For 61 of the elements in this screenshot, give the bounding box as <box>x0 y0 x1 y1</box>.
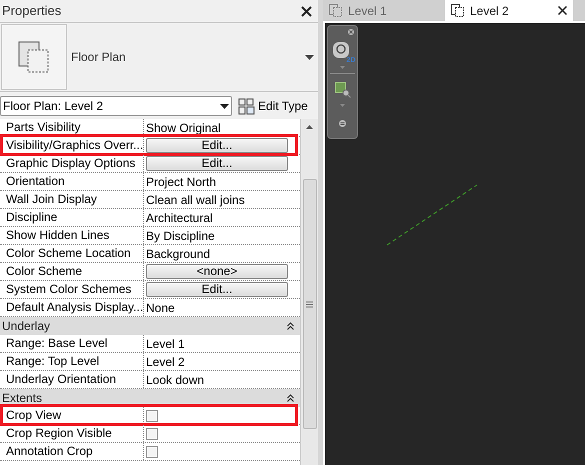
property-name: Crop Region Visible <box>0 425 144 442</box>
view-icon <box>451 4 464 17</box>
close-icon[interactable] <box>558 6 567 15</box>
property-value: By Discipline <box>146 228 215 244</box>
grip-icon <box>306 300 313 308</box>
panel-title: Properties <box>2 2 62 20</box>
property-value: Level 1 <box>146 336 185 352</box>
property-value: Look down <box>146 372 204 388</box>
instance-dropdown[interactable]: Floor Plan: Level 2 <box>0 96 232 116</box>
property-name: Wall Join Display <box>0 191 144 208</box>
property-value: Level 2 <box>146 354 185 370</box>
property-name: System Color Schemes <box>0 281 144 298</box>
property-value: Architectural <box>146 210 213 226</box>
edit-button[interactable]: Edit... <box>146 156 288 171</box>
edit-type-icon <box>238 98 255 114</box>
edit-button[interactable]: Edit... <box>146 282 288 297</box>
checkbox[interactable] <box>146 446 158 458</box>
view-icon <box>329 4 342 17</box>
zoom-region-icon[interactable] <box>334 82 350 98</box>
property-row[interactable]: Crop View <box>0 407 300 425</box>
property-row[interactable]: System Color Schemes Edit... <box>0 281 300 299</box>
type-name: Floor Plan <box>71 49 127 66</box>
property-row[interactable]: Color Scheme <none> <box>0 263 300 281</box>
property-name: Parts Visibility <box>0 119 144 136</box>
property-row[interactable]: Graphic Display Options Edit... <box>0 155 300 173</box>
property-value: Background <box>146 246 210 262</box>
property-name: Color Scheme <box>0 263 144 280</box>
property-name: Orientation <box>0 173 144 190</box>
property-name: Crop View <box>0 407 144 424</box>
checkbox[interactable] <box>146 410 158 422</box>
property-value: Show Original <box>146 120 221 136</box>
menu-icon[interactable] <box>339 120 346 127</box>
property-name: Range: Top Level <box>0 353 144 370</box>
property-name: Graphic Display Options <box>0 155 144 172</box>
property-row[interactable]: Visibility/Graphics Overr... Edit... <box>0 137 300 155</box>
scrollbar[interactable] <box>300 119 318 465</box>
property-name: Color Scheme Location <box>0 245 144 262</box>
property-name: Show Hidden Lines <box>0 227 144 244</box>
property-name: Underlay Orientation <box>0 371 144 388</box>
view-tab[interactable]: Level 2 <box>445 0 573 21</box>
property-name: Visibility/Graphics Overr... <box>0 137 144 154</box>
scroll-up-icon[interactable] <box>306 125 313 129</box>
property-value: Clean all wall joins <box>146 192 245 208</box>
group-header[interactable]: Underlay <box>0 317 300 335</box>
caret-icon[interactable] <box>340 66 345 69</box>
edit-type-button[interactable]: Edit Type <box>238 97 308 115</box>
caret-icon <box>305 54 314 60</box>
property-name: Default Analysis Display... <box>0 299 144 316</box>
property-value: Project North <box>146 174 216 190</box>
checkbox[interactable] <box>146 428 158 440</box>
edit-button[interactable]: <none> <box>146 264 288 279</box>
property-row[interactable]: Annotation Crop <box>0 443 300 461</box>
property-value: None <box>146 300 175 316</box>
caret-icon <box>220 104 229 108</box>
edit-button[interactable]: Edit... <box>146 138 288 153</box>
property-row[interactable]: Crop Region Visible <box>0 425 300 443</box>
property-name: Range: Base Level <box>0 335 144 352</box>
property-name: Annotation Crop <box>0 443 144 460</box>
property-name: Discipline <box>0 209 144 226</box>
type-selector[interactable]: Floor Plan <box>0 22 318 92</box>
caret-icon[interactable] <box>340 104 345 107</box>
